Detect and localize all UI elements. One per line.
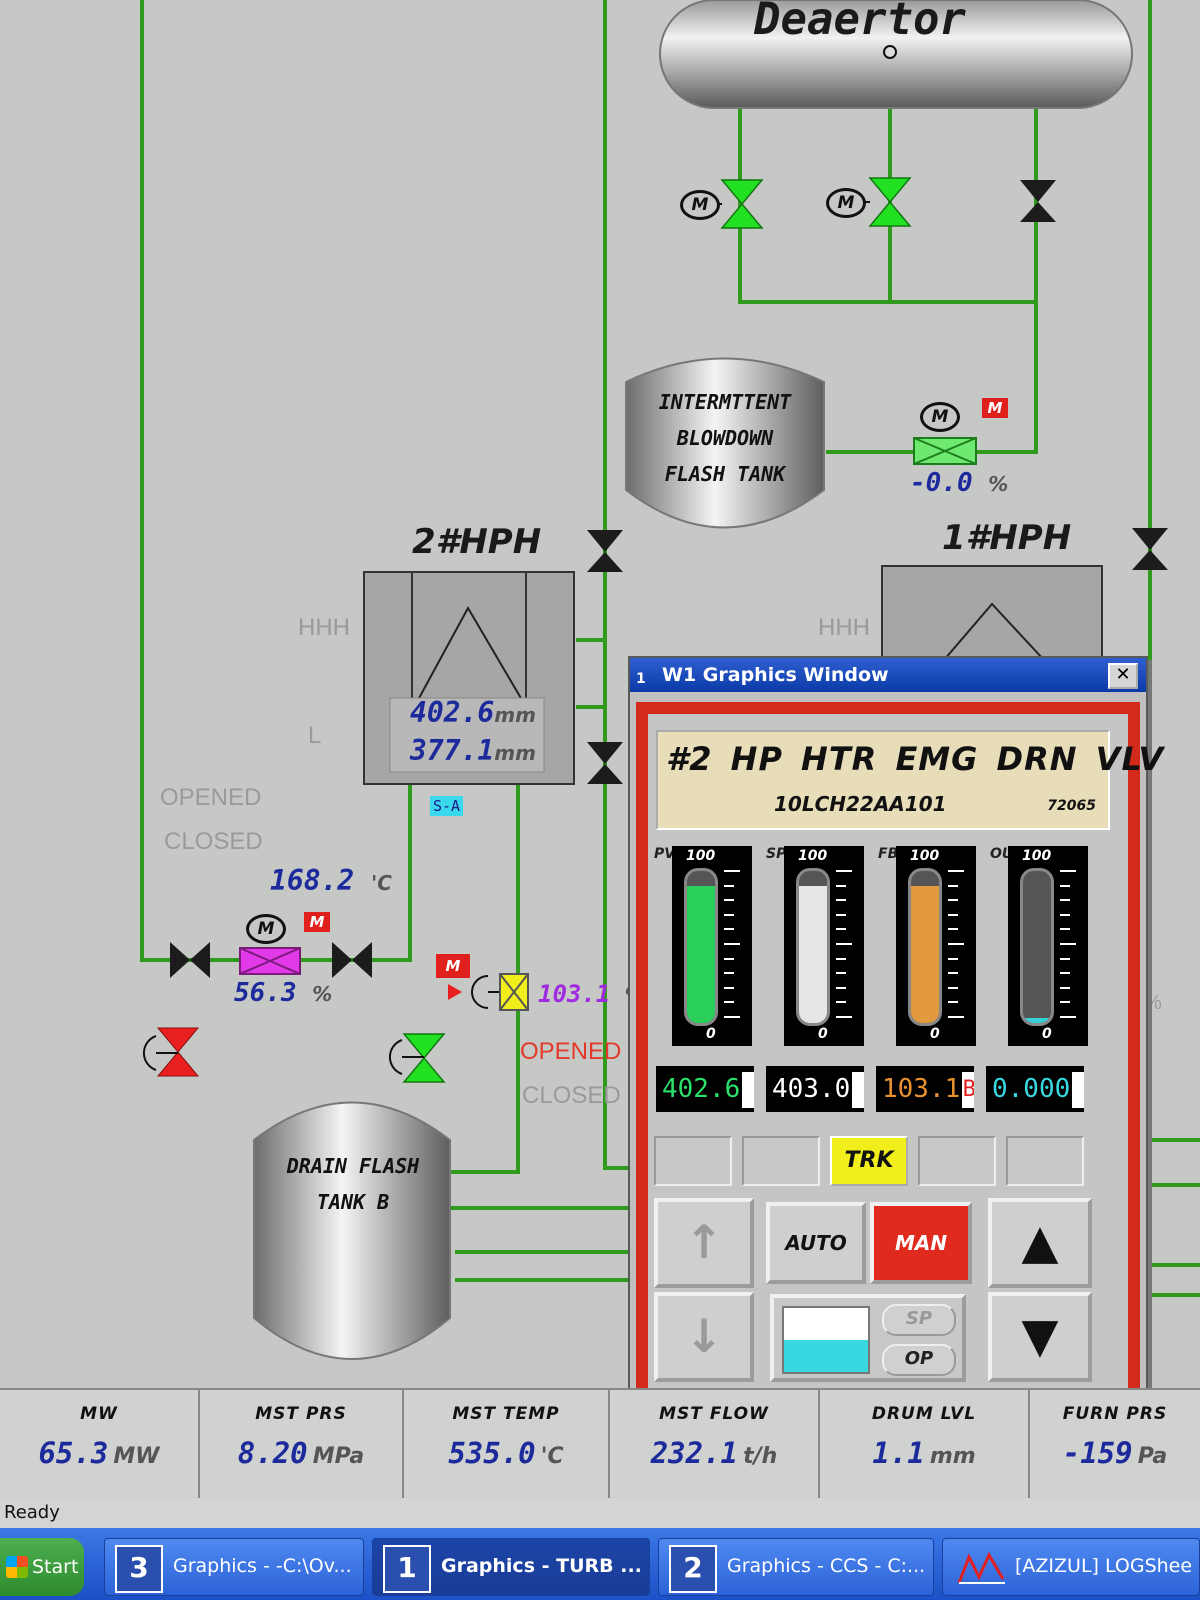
pv-bargraph: 100 0 <box>672 846 752 1046</box>
lower-slow-button[interactable]: ↓ <box>654 1292 754 1382</box>
raise-slow-button[interactable]: ↑ <box>654 1198 754 1288</box>
deaerator-label: Deaertor <box>754 0 966 45</box>
hph2-sa-tag[interactable]: S-A <box>430 796 464 816</box>
emg-closed-label: CLOSED <box>522 1082 621 1109</box>
mode-slot <box>1006 1136 1084 1186</box>
manual-mode-badge: M <box>304 912 330 932</box>
window-title: W1 Graphics Window <box>662 664 889 686</box>
graphics-app-icon: 1 <box>383 1545 431 1593</box>
blowdown-control-valve <box>913 437 977 465</box>
mode-slot <box>742 1136 820 1186</box>
mode-slot <box>654 1136 732 1186</box>
sp-op-selector: SP OP <box>770 1294 966 1382</box>
pv-bar-label: PV <box>654 846 676 862</box>
status-drum-lvl: DRUM LVL 1.1 mm <box>820 1390 1030 1500</box>
taskbar-item-graphics-3[interactable]: 3 Graphics - -C:\Ov... <box>104 1538 364 1596</box>
motor-icon[interactable]: M <box>246 914 286 944</box>
drain-control-valve <box>239 947 301 975</box>
left-closed-label: CLOSED <box>164 828 263 855</box>
left-opened-label: OPENED <box>160 784 262 811</box>
mode-slot <box>918 1136 996 1186</box>
out-readout[interactable]: 0.000 <box>986 1066 1084 1112</box>
auto-button[interactable]: AUTO <box>766 1202 866 1284</box>
point-number: 72065 <box>1047 798 1096 814</box>
lower-button[interactable]: ▼ <box>988 1292 1092 1382</box>
trend-chart-icon <box>957 1549 1007 1585</box>
manual-mode-badge: M <box>982 398 1008 418</box>
plant-status-bar: MW 65.3 MW MST PRS 8.20 MPa MST TEMP 535.0 … <box>0 1388 1200 1500</box>
taskbar-item-graphics-turb[interactable]: 1 Graphics - TURB ... <box>372 1538 650 1596</box>
sp-op-level-bar <box>782 1306 870 1374</box>
drain-temp-value: 168.2 'C <box>270 864 392 897</box>
manual-mode-badge: M <box>436 954 470 978</box>
fb-bar-label: FB <box>878 846 899 862</box>
hph2-title: 2#HPH <box>412 522 542 562</box>
status-furn-prs: FURN PRS -159 Pa <box>1062 1404 1168 1470</box>
status-mst-flow: MST FLOW 232.1 t/h <box>610 1390 820 1500</box>
motor-icon[interactable]: M <box>920 402 960 432</box>
hph2-level-2: 377.1mm <box>410 734 536 767</box>
window-index: 1 <box>636 671 646 687</box>
emg-opened-label: OPENED <box>520 1038 622 1065</box>
close-button[interactable]: ✕ <box>1108 663 1138 689</box>
hph2-hhh-label: HHH <box>298 614 350 641</box>
motor-icon[interactable]: M <box>680 190 720 220</box>
status-mw: MW 65.3 MW <box>0 1390 200 1500</box>
hph1-hhh-label: HHH <box>818 614 870 641</box>
sp-bargraph: 100 0 <box>784 846 864 1046</box>
hph2-l-label: L <box>308 722 322 749</box>
drain-valve-value: 56.3 % <box>234 978 333 1008</box>
out-bargraph: 100 0 <box>1008 846 1088 1046</box>
raise-button[interactable]: ▲ <box>988 1198 1092 1288</box>
hph2-level-1: 402.6mm <box>410 696 536 729</box>
graphics-app-icon: 3 <box>115 1545 163 1593</box>
point-tag: 10LCH22AA101 <box>774 792 947 816</box>
faceplate-frame: #2 HP HTR EMG DRN VLV 10LCH22AA101 72065… <box>636 702 1163 1412</box>
tracking-indicator: TRK <box>830 1136 908 1186</box>
fb-bargraph: 100 0 <box>896 846 976 1046</box>
ready-status: Ready <box>0 1498 1200 1528</box>
sp-bar-label: SP <box>766 846 787 862</box>
drain-flash-tank <box>253 1101 451 1360</box>
start-button[interactable]: Start <box>0 1538 84 1596</box>
status-mst-temp: MST TEMP 535.0 'C <box>404 1390 610 1500</box>
op-select-button[interactable]: OP <box>882 1344 956 1376</box>
manual-button[interactable]: MAN <box>870 1202 972 1284</box>
blowdown-tank-label: INTERMTTENT BLOWDOWN FLASH TANK <box>658 390 792 486</box>
hph1-title: 1#HPH <box>942 518 1072 558</box>
fb-readout[interactable]: 103.1 B <box>876 1066 974 1112</box>
status-mst-prs: MST PRS 8.20 MPa <box>200 1390 404 1500</box>
drain-tank-label: DRAIN FLASH TANK B <box>286 1154 420 1214</box>
motor-icon[interactable]: M <box>826 188 866 218</box>
point-name: #2 HP HTR EMG DRN VLV <box>666 740 1165 778</box>
pv-readout[interactable]: 402.6 <box>656 1066 754 1112</box>
blowdown-valve-value: -0.0 % <box>910 468 1009 498</box>
windows-logo-icon <box>6 1556 28 1578</box>
taskbar: Start 3 Graphics - -C:\Ov... 1 Graphics - … <box>0 1528 1200 1600</box>
sp-readout[interactable]: 403.0 <box>766 1066 864 1112</box>
graphics-app-icon: 2 <box>669 1545 717 1593</box>
sp-select-button[interactable]: SP <box>882 1304 956 1336</box>
taskbar-item-graphics-ccs[interactable]: 2 Graphics - CCS - C:... <box>658 1538 934 1596</box>
faceplate-window[interactable]: 1 W1 Graphics Window ✕ #2 HP HTR EMG DRN… <box>628 656 1163 1420</box>
faceplate-header: #2 HP HTR EMG DRN VLV 10LCH22AA101 72065 <box>656 730 1163 830</box>
taskbar-item-logsheet[interactable]: [AZIZUL] LOGShee <box>942 1538 1200 1596</box>
out-bar-label: OUT <box>990 846 1023 862</box>
faceplate-titlebar[interactable]: 1 W1 Graphics Window ✕ <box>630 658 1146 692</box>
